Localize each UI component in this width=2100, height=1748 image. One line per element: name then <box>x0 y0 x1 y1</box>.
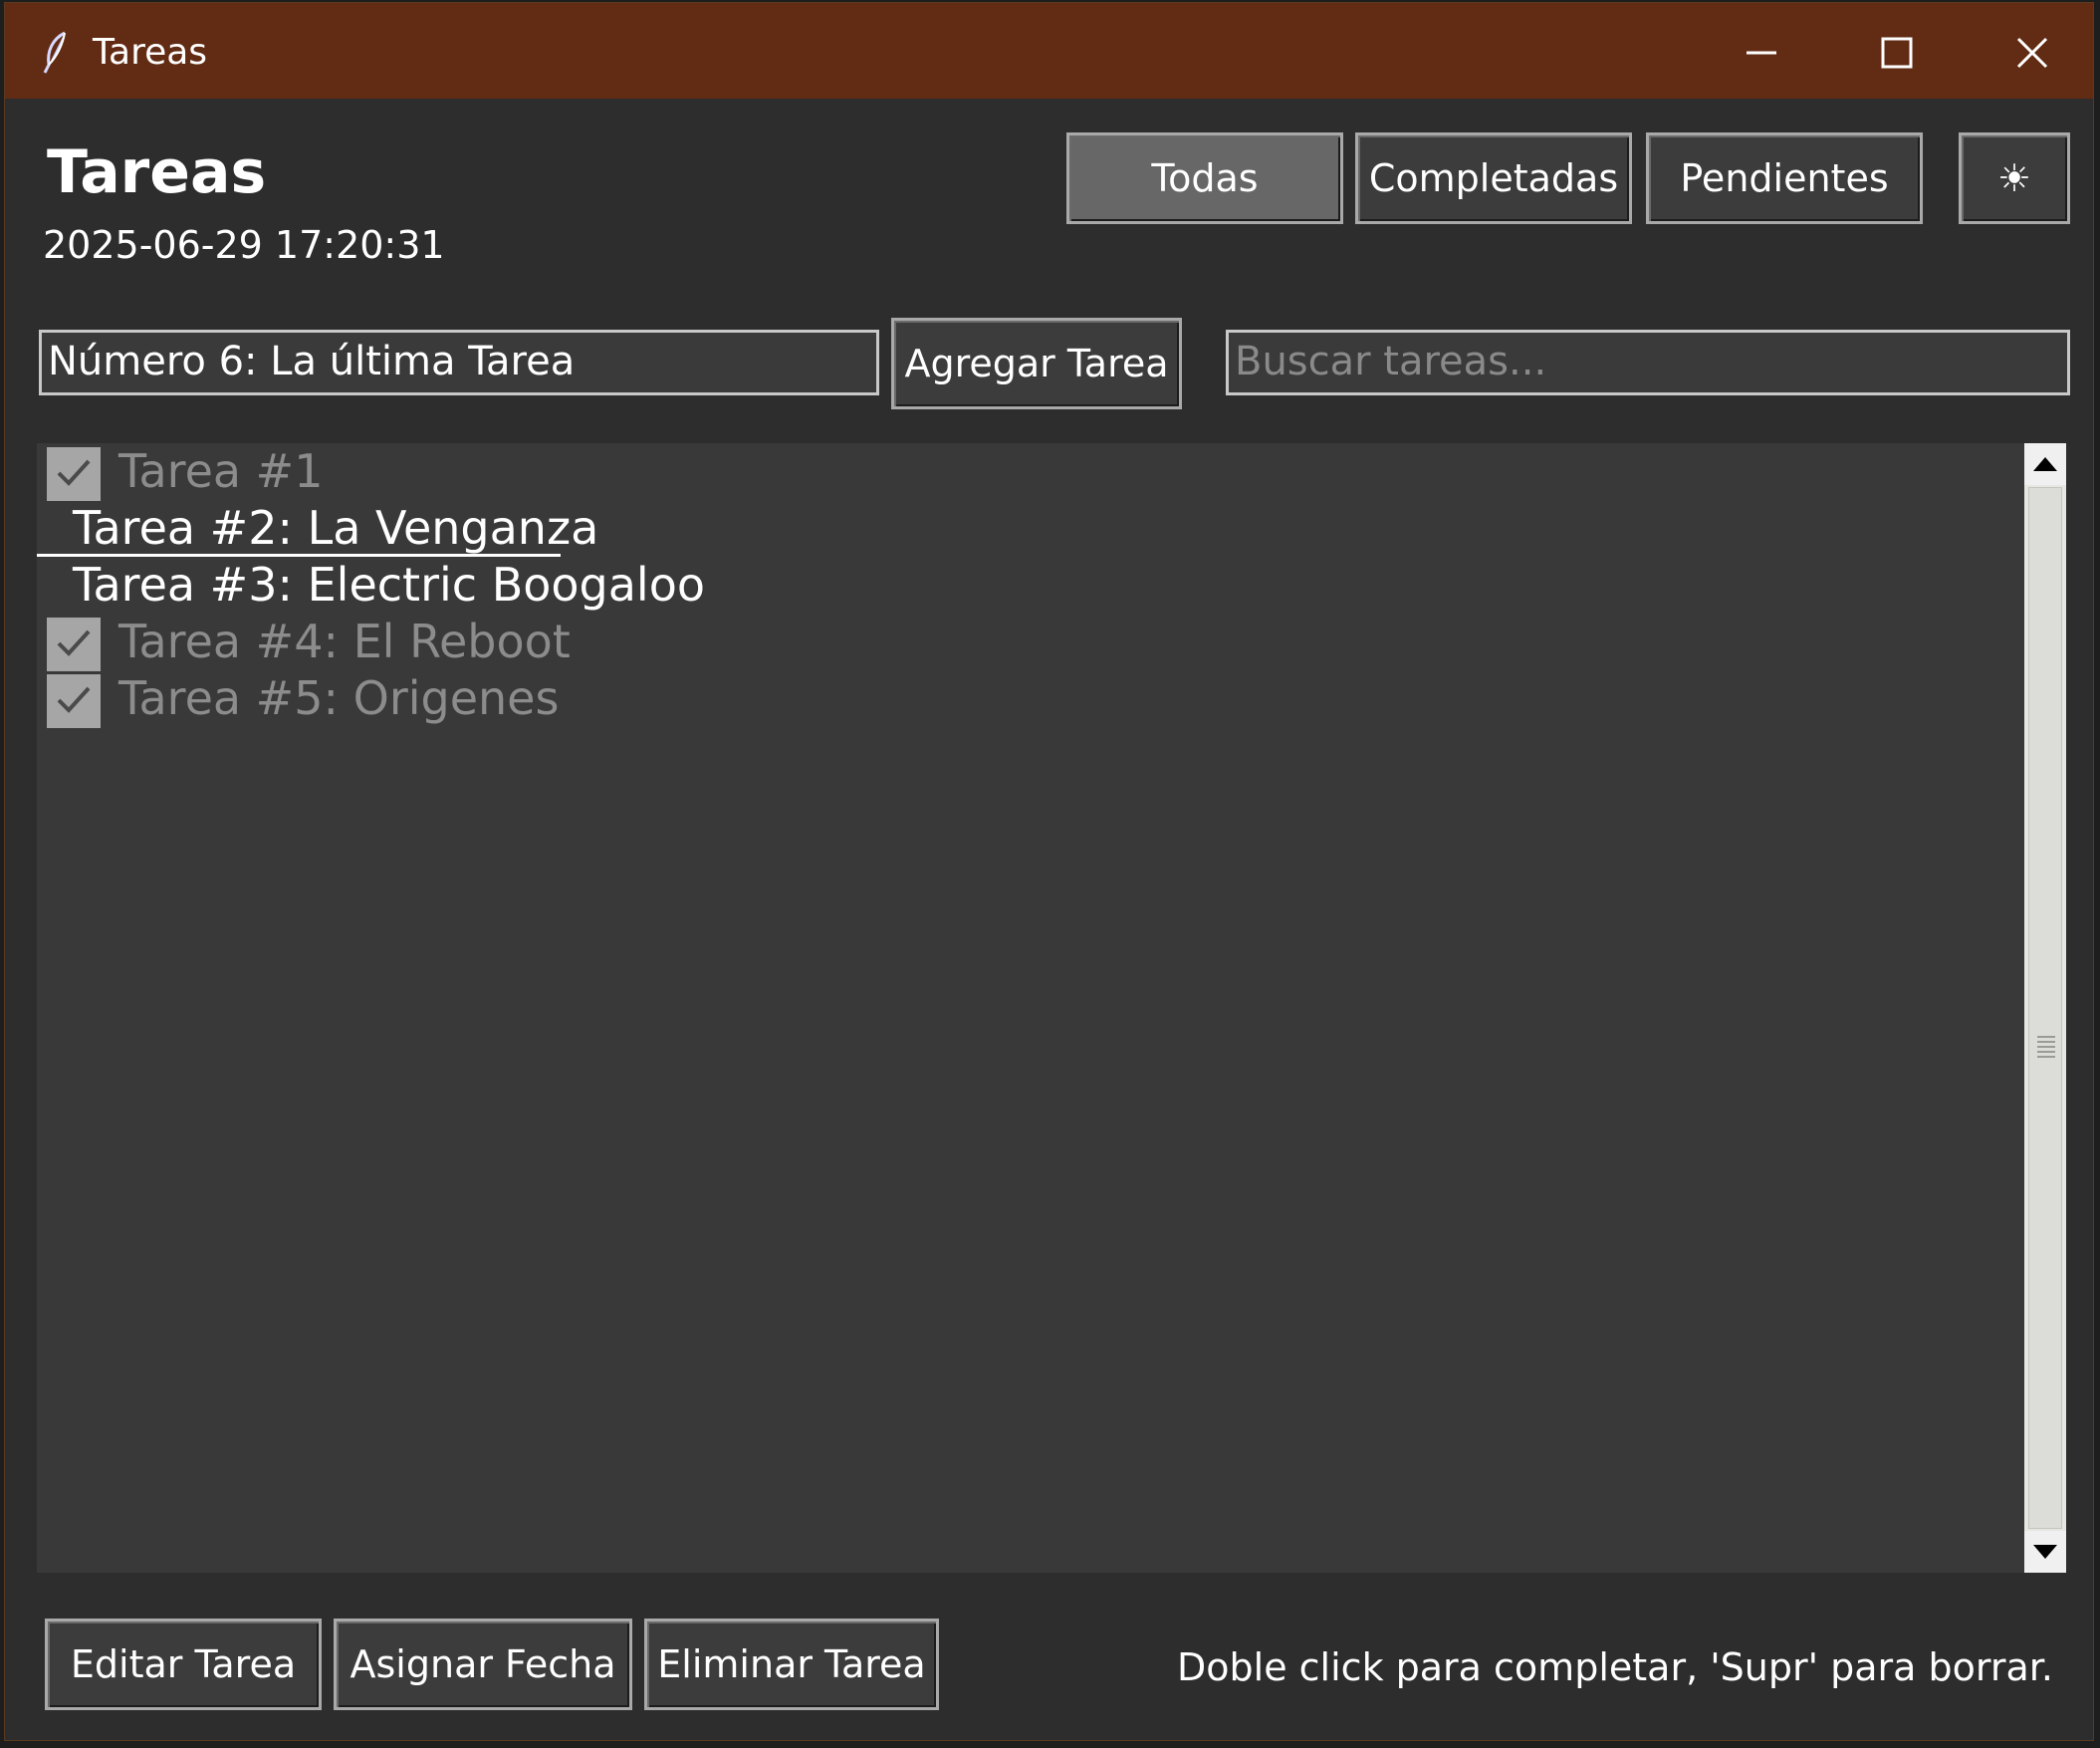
scrollbar-thumb[interactable] <box>2028 487 2062 1529</box>
task-label: Tarea #4: El Reboot <box>118 615 571 668</box>
task-label: Tarea #2: La Venganza <box>73 501 599 555</box>
list-item[interactable]: Tarea #4: El Reboot <box>37 614 2018 671</box>
filter-all-button[interactable]: Todas <box>1066 132 1343 224</box>
arrow-down-icon <box>2033 1545 2057 1559</box>
check-icon <box>57 459 91 486</box>
task-label: Tarea #5: Origenes <box>118 671 560 725</box>
assign-date-button[interactable]: Asignar Fecha <box>334 1619 632 1710</box>
window-title: Tareas <box>93 32 208 73</box>
minimize-button[interactable] <box>1703 19 1822 85</box>
edit-task-button[interactable]: Editar Tarea <box>45 1619 322 1710</box>
checkbox-checked[interactable] <box>47 618 101 671</box>
add-task-button[interactable]: Agregar Tarea <box>891 318 1182 409</box>
theme-toggle-button[interactable]: ☀ <box>1959 132 2070 224</box>
check-icon <box>57 686 91 713</box>
new-task-input[interactable]: Número 6: La última Tarea <box>39 330 879 395</box>
maximize-button[interactable] <box>1839 19 1959 85</box>
grip-icon <box>2037 1036 2055 1061</box>
checkbox-checked[interactable] <box>47 447 101 501</box>
filter-pending-button[interactable]: Pendientes <box>1646 132 1923 224</box>
vertical-scrollbar[interactable] <box>2024 443 2066 1573</box>
search-input[interactable]: Buscar tareas... <box>1226 330 2070 395</box>
scroll-down-button[interactable] <box>2024 1531 2066 1573</box>
checkbox-checked[interactable] <box>47 674 101 728</box>
scroll-up-button[interactable] <box>2024 443 2066 485</box>
main-content: Tareas 2025-06-29 17:20:31 Todas Complet… <box>5 99 2093 1740</box>
task-label: Tarea #1 <box>118 444 324 498</box>
list-item-selected[interactable]: Tarea #2: La Venganza <box>37 500 2018 557</box>
close-icon <box>2016 37 2048 69</box>
app-window: Tareas Tareas 2025-06-29 17:20:31 Todas … <box>4 2 2094 1741</box>
task-list[interactable]: Tarea #1 Tarea #2: La Venganza Tarea #3:… <box>37 443 2066 1573</box>
task-label: Tarea #3: Electric Boogaloo <box>73 558 705 612</box>
clock-label: 2025-06-29 17:20:31 <box>43 223 445 267</box>
filter-completed-button[interactable]: Completadas <box>1355 132 1632 224</box>
help-text: Doble click para completar, 'Supr' para … <box>1177 1645 2053 1689</box>
arrow-up-icon <box>2033 457 2057 471</box>
delete-task-button[interactable]: Eliminar Tarea <box>644 1619 939 1710</box>
feather-icon <box>41 31 71 75</box>
title-bar[interactable]: Tareas <box>5 3 2093 99</box>
check-icon <box>57 629 91 656</box>
close-button[interactable] <box>1975 19 2094 85</box>
sun-icon: ☀ <box>1996 156 2032 200</box>
page-title: Tareas <box>47 137 267 207</box>
list-item[interactable]: Tarea #5: Origenes <box>37 670 2018 728</box>
minimize-icon <box>1747 51 1776 55</box>
maximize-icon <box>1881 37 1913 69</box>
list-item[interactable]: Tarea #1 <box>37 443 2018 501</box>
list-item[interactable]: Tarea #3: Electric Boogaloo <box>37 557 2018 613</box>
